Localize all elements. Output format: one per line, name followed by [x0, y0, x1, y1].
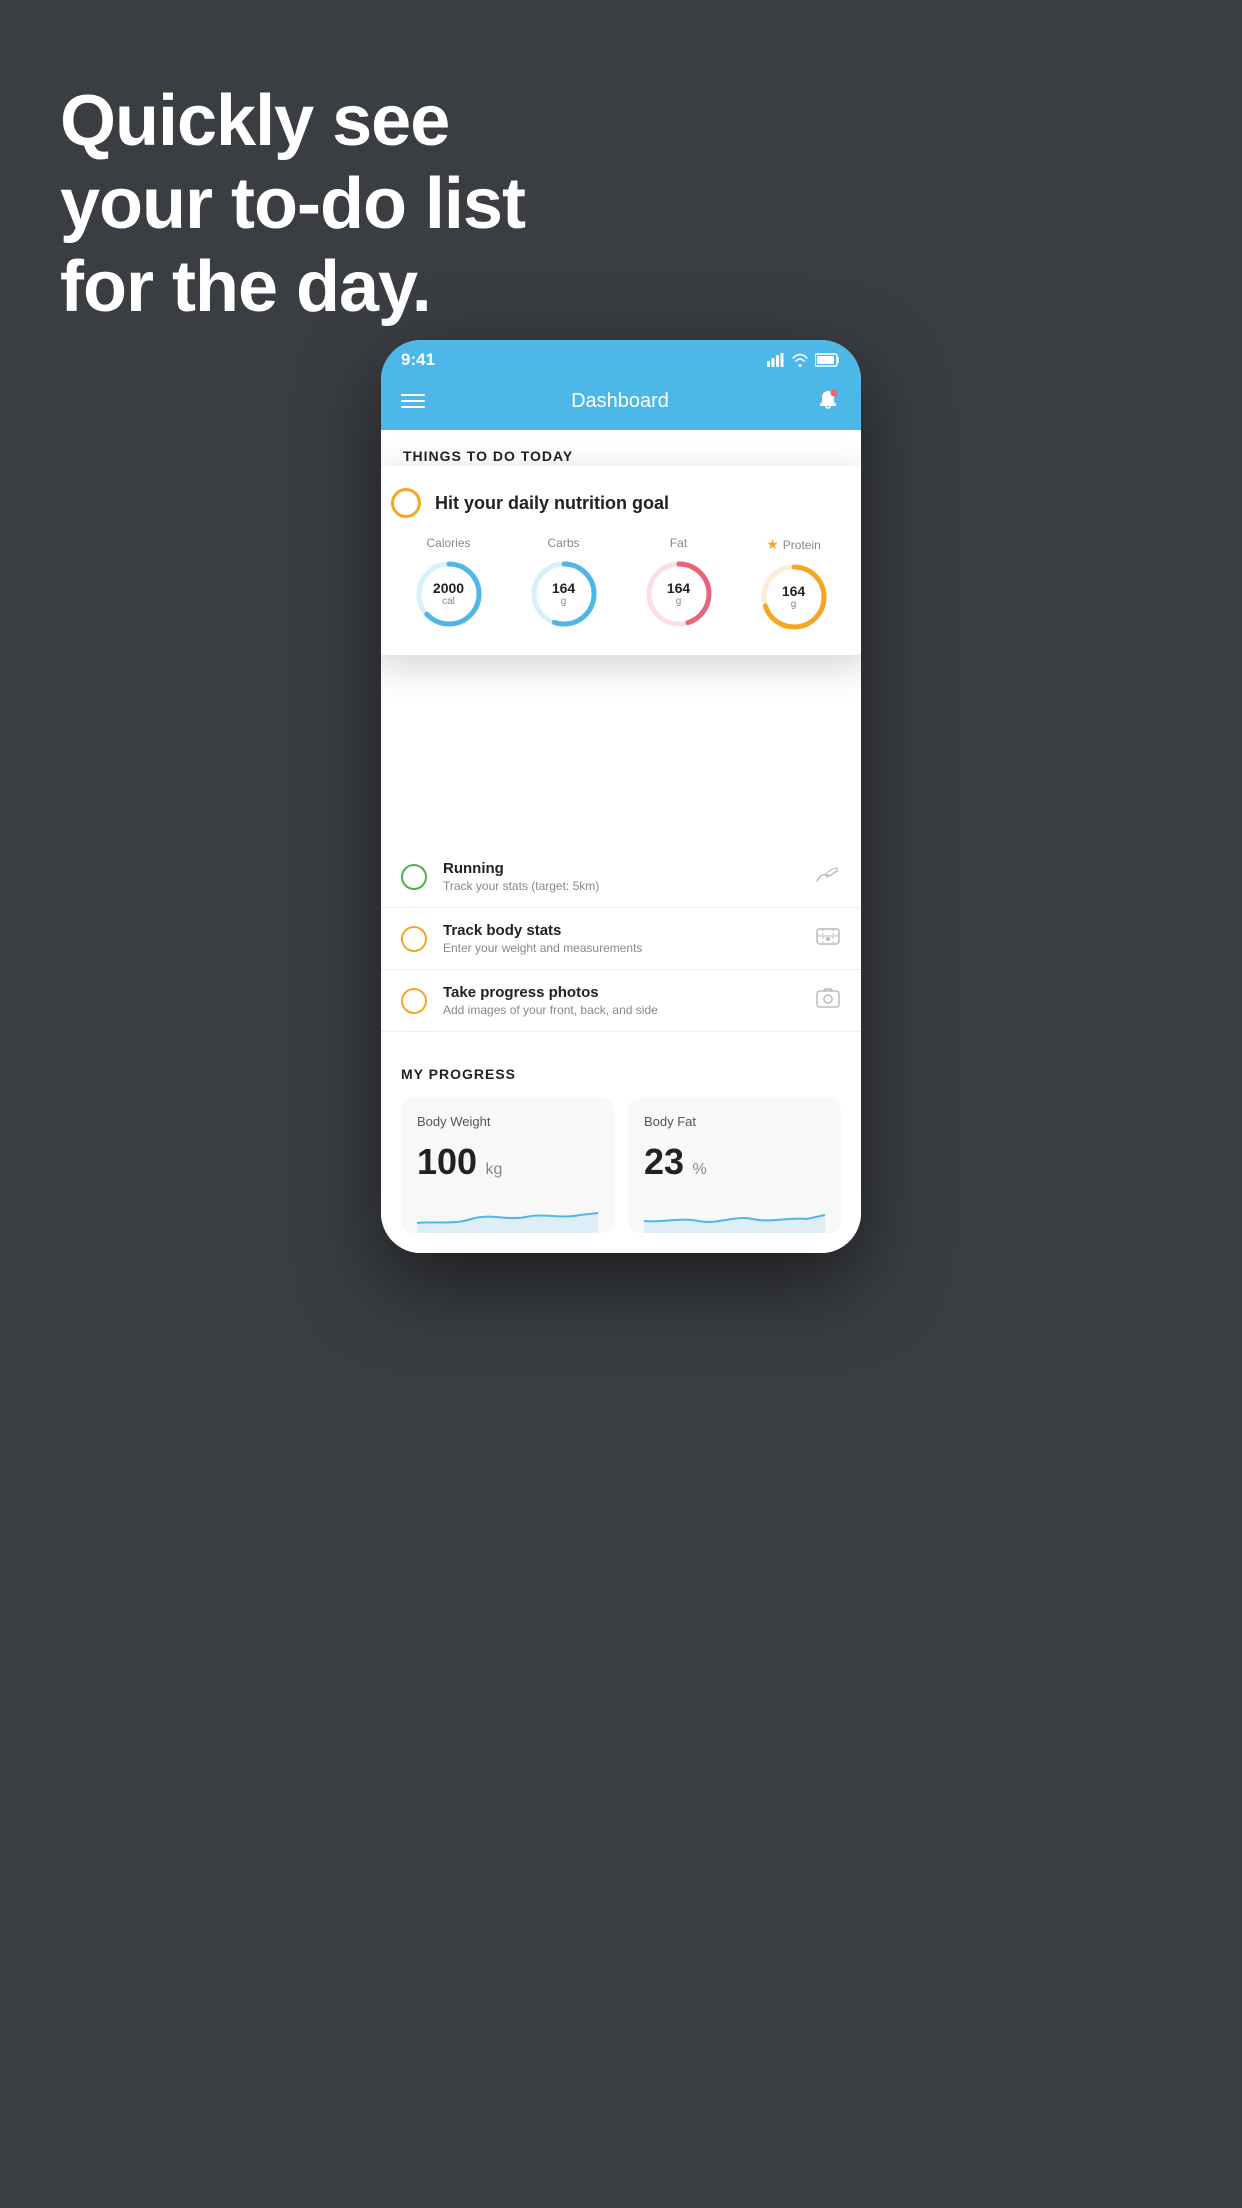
card-title: Hit your daily nutrition goal	[435, 493, 669, 514]
todo-name-running: Running	[443, 860, 797, 877]
circle-carbs: 164 g	[528, 558, 600, 630]
progress-value-fat: 23 %	[644, 1141, 825, 1183]
circle-calories: 2000 cal	[413, 558, 485, 630]
phone-content: THINGS TO DO TODAY Hit your daily nutrit…	[381, 430, 861, 1253]
hero-line1: Quickly see	[60, 80, 525, 163]
hero-line3: for the day.	[60, 246, 525, 329]
todo-desc-photos: Add images of your front, back, and side	[443, 1003, 799, 1017]
todo-item-running[interactable]: Running Track your stats (target: 5km)	[381, 846, 861, 908]
phone-frame: 9:41 Dashboar	[381, 340, 861, 1253]
fat-unit-card: %	[693, 1161, 707, 1178]
todo-text-body-stats: Track body stats Enter your weight and m…	[443, 922, 799, 955]
bell-icon[interactable]	[815, 388, 841, 414]
status-time: 9:41	[401, 350, 435, 370]
nutrition-item-calories: Calories 2000 cal	[413, 536, 485, 630]
wifi-icon	[791, 353, 809, 367]
nutrition-label-carbs: Carbs	[547, 536, 579, 550]
fat-unit: g	[667, 596, 690, 607]
todo-item-photos[interactable]: Take progress photos Add images of your …	[381, 970, 861, 1032]
weight-number: 100	[417, 1141, 477, 1182]
signal-icon	[767, 353, 785, 367]
todo-desc-body-stats: Enter your weight and measurements	[443, 941, 799, 955]
protein-unit: g	[782, 599, 805, 610]
protein-value: 164	[782, 584, 805, 599]
photo-icon	[815, 987, 841, 1015]
hero-text: Quickly see your to-do list for the day.	[60, 80, 525, 328]
calories-unit: cal	[433, 596, 464, 607]
fat-number: 23	[644, 1141, 684, 1182]
nutrition-label-fat: Fat	[670, 536, 687, 550]
section-title: THINGS TO DO TODAY	[403, 448, 573, 464]
nutrition-label-calories: Calories	[426, 536, 470, 550]
todo-item-body-stats[interactable]: Track body stats Enter your weight and m…	[381, 908, 861, 970]
hero-line2: your to-do list	[60, 163, 525, 246]
nutrition-item-protein: ★ Protein 164 g	[758, 536, 830, 633]
nutrition-item-carbs: Carbs 164 g	[528, 536, 600, 630]
carbs-value: 164	[552, 581, 575, 596]
weight-chart	[417, 1193, 598, 1233]
progress-card-title-fat: Body Fat	[644, 1114, 825, 1129]
carbs-unit: g	[552, 596, 575, 607]
nutrition-label-protein: ★ Protein	[766, 536, 821, 553]
status-bar: 9:41	[381, 340, 861, 376]
weight-unit: kg	[486, 1161, 503, 1178]
todo-circle-running	[401, 864, 427, 890]
todo-name-photos: Take progress photos	[443, 984, 799, 1001]
progress-section: MY PROGRESS Body Weight 100 kg	[381, 1042, 861, 1253]
circle-protein: 164 g	[758, 561, 830, 633]
star-icon: ★	[766, 536, 779, 553]
calories-value: 2000	[433, 581, 464, 596]
todo-name-body-stats: Track body stats	[443, 922, 799, 939]
todo-check-nutrition[interactable]	[391, 488, 421, 518]
circle-fat: 164 g	[643, 558, 715, 630]
fat-chart	[644, 1193, 825, 1233]
progress-card-title-weight: Body Weight	[417, 1114, 598, 1129]
nav-bar: Dashboard	[381, 376, 861, 430]
floating-card-wrapper: Hit your daily nutrition goal Calories	[381, 476, 861, 686]
hamburger-menu[interactable]	[401, 394, 425, 408]
scale-icon	[815, 925, 841, 953]
todo-list: Running Track your stats (target: 5km) T…	[381, 846, 861, 1032]
todo-text-running: Running Track your stats (target: 5km)	[443, 860, 797, 893]
nutrition-row: Calories 2000 cal	[391, 536, 851, 633]
todo-circle-body-stats	[401, 926, 427, 952]
progress-card-fat: Body Fat 23 %	[628, 1098, 841, 1233]
floating-card: Hit your daily nutrition goal Calories	[381, 466, 861, 655]
todo-desc-running: Track your stats (target: 5km)	[443, 879, 797, 893]
fat-value: 164	[667, 581, 690, 596]
progress-title: MY PROGRESS	[401, 1066, 841, 1082]
todo-circle-photos	[401, 988, 427, 1014]
nav-title: Dashboard	[571, 390, 669, 413]
progress-cards: Body Weight 100 kg Body Fat	[401, 1098, 841, 1233]
battery-icon	[815, 353, 841, 367]
card-header: Hit your daily nutrition goal	[391, 488, 851, 518]
progress-card-weight: Body Weight 100 kg	[401, 1098, 614, 1233]
nutrition-item-fat: Fat 164 g	[643, 536, 715, 630]
progress-value-weight: 100 kg	[417, 1141, 598, 1183]
todo-text-photos: Take progress photos Add images of your …	[443, 984, 799, 1017]
running-icon	[813, 863, 841, 891]
status-icons	[767, 353, 841, 367]
